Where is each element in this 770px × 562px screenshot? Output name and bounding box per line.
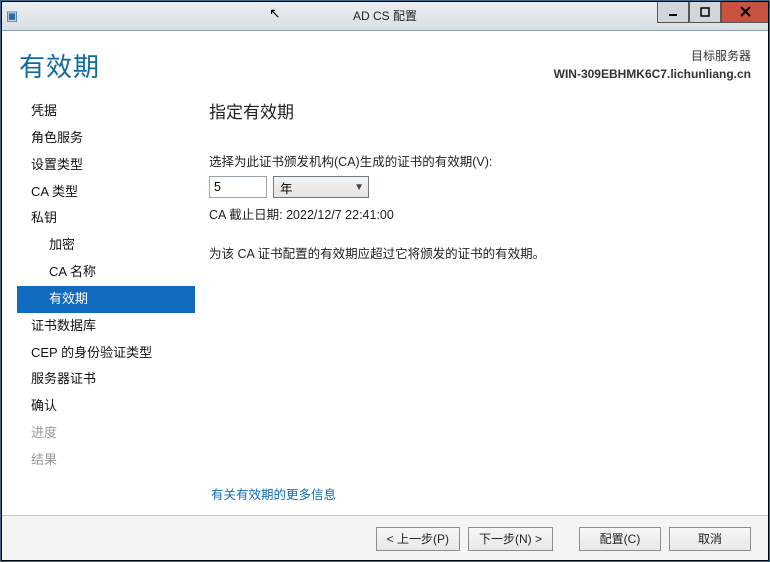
window-controls xyxy=(657,1,769,23)
validity-field-label: 选择为此证书颁发机构(CA)生成的证书的有效期(V): xyxy=(209,151,749,170)
sidebar-item[interactable]: 凭据 xyxy=(17,98,195,125)
sidebar: 凭据角色服务设置类型CA 类型私钥加密CA 名称有效期证书数据库CEP 的身份验… xyxy=(17,96,195,468)
sidebar-item[interactable]: CEP 的身份验证类型 xyxy=(17,340,195,367)
validity-row: 年 ▼ xyxy=(209,176,749,198)
wizard-window: ▣ AD CS 配置 ↖ 有效期 目标服务器 WIN-309EBHMK6C7.l… xyxy=(0,0,770,562)
cursor-icon: ↖ xyxy=(269,5,281,22)
sidebar-item[interactable]: 加密 xyxy=(17,232,195,259)
validity-value-input[interactable] xyxy=(209,176,267,198)
columns: 凭据角色服务设置类型CA 类型私钥加密CA 名称有效期证书数据库CEP 的身份验… xyxy=(17,96,753,468)
body-area: 有效期 目标服务器 WIN-309EBHMK6C7.lichunliang.cn… xyxy=(1,31,769,515)
target-server-block: 目标服务器 WIN-309EBHMK6C7.lichunliang.cn xyxy=(554,47,751,83)
sidebar-item[interactable]: 角色服务 xyxy=(17,125,195,152)
main-heading: 指定有效期 xyxy=(209,98,749,123)
previous-button[interactable]: < 上一步(P) xyxy=(376,527,460,551)
target-server-host: WIN-309EBHMK6C7.lichunliang.cn xyxy=(554,65,751,83)
sidebar-item[interactable]: 设置类型 xyxy=(17,152,195,179)
button-bar: < 上一步(P) 下一步(N) > 配置(C) 取消 xyxy=(1,515,769,561)
validity-unit-value: 年 xyxy=(280,178,293,197)
sidebar-item[interactable]: CA 类型 xyxy=(17,179,195,206)
sidebar-item[interactable]: 私钥 xyxy=(17,205,195,232)
ca-expiry-line: CA 截止日期: 2022/12/7 22:41:00 xyxy=(209,204,749,223)
app-icon: ▣ xyxy=(1,8,23,24)
next-button[interactable]: 下一步(N) > xyxy=(468,527,553,551)
sidebar-item[interactable]: 有效期 xyxy=(17,286,195,313)
maximize-button[interactable] xyxy=(689,1,721,23)
sidebar-item: 结果 xyxy=(17,447,195,474)
target-server-label: 目标服务器 xyxy=(554,47,751,65)
close-button[interactable] xyxy=(721,1,769,23)
more-info-link[interactable]: 有关有效期的更多信息 xyxy=(211,484,336,503)
titlebar: ▣ AD CS 配置 ↖ xyxy=(1,1,769,31)
validity-unit-select[interactable]: 年 ▼ xyxy=(273,176,369,198)
sidebar-item[interactable]: 确认 xyxy=(17,393,195,420)
sidebar-item: 进度 xyxy=(17,420,195,447)
configure-button[interactable]: 配置(C) xyxy=(579,527,661,551)
sidebar-item[interactable]: 服务器证书 xyxy=(17,366,195,393)
minimize-button[interactable] xyxy=(657,1,689,23)
main-panel: 指定有效期 选择为此证书颁发机构(CA)生成的证书的有效期(V): 年 ▼ CA… xyxy=(195,96,753,468)
window-title: AD CS 配置 xyxy=(1,7,769,24)
header-row: 有效期 目标服务器 WIN-309EBHMK6C7.lichunliang.cn xyxy=(17,41,753,96)
validity-hint: 为该 CA 证书配置的有效期应超过它将颁发的证书的有效期。 xyxy=(209,243,749,262)
chevron-down-icon: ▼ xyxy=(354,182,364,193)
page-title: 有效期 xyxy=(19,47,100,84)
sidebar-item[interactable]: 证书数据库 xyxy=(17,313,195,340)
cancel-button[interactable]: 取消 xyxy=(669,527,751,551)
sidebar-item[interactable]: CA 名称 xyxy=(17,259,195,286)
